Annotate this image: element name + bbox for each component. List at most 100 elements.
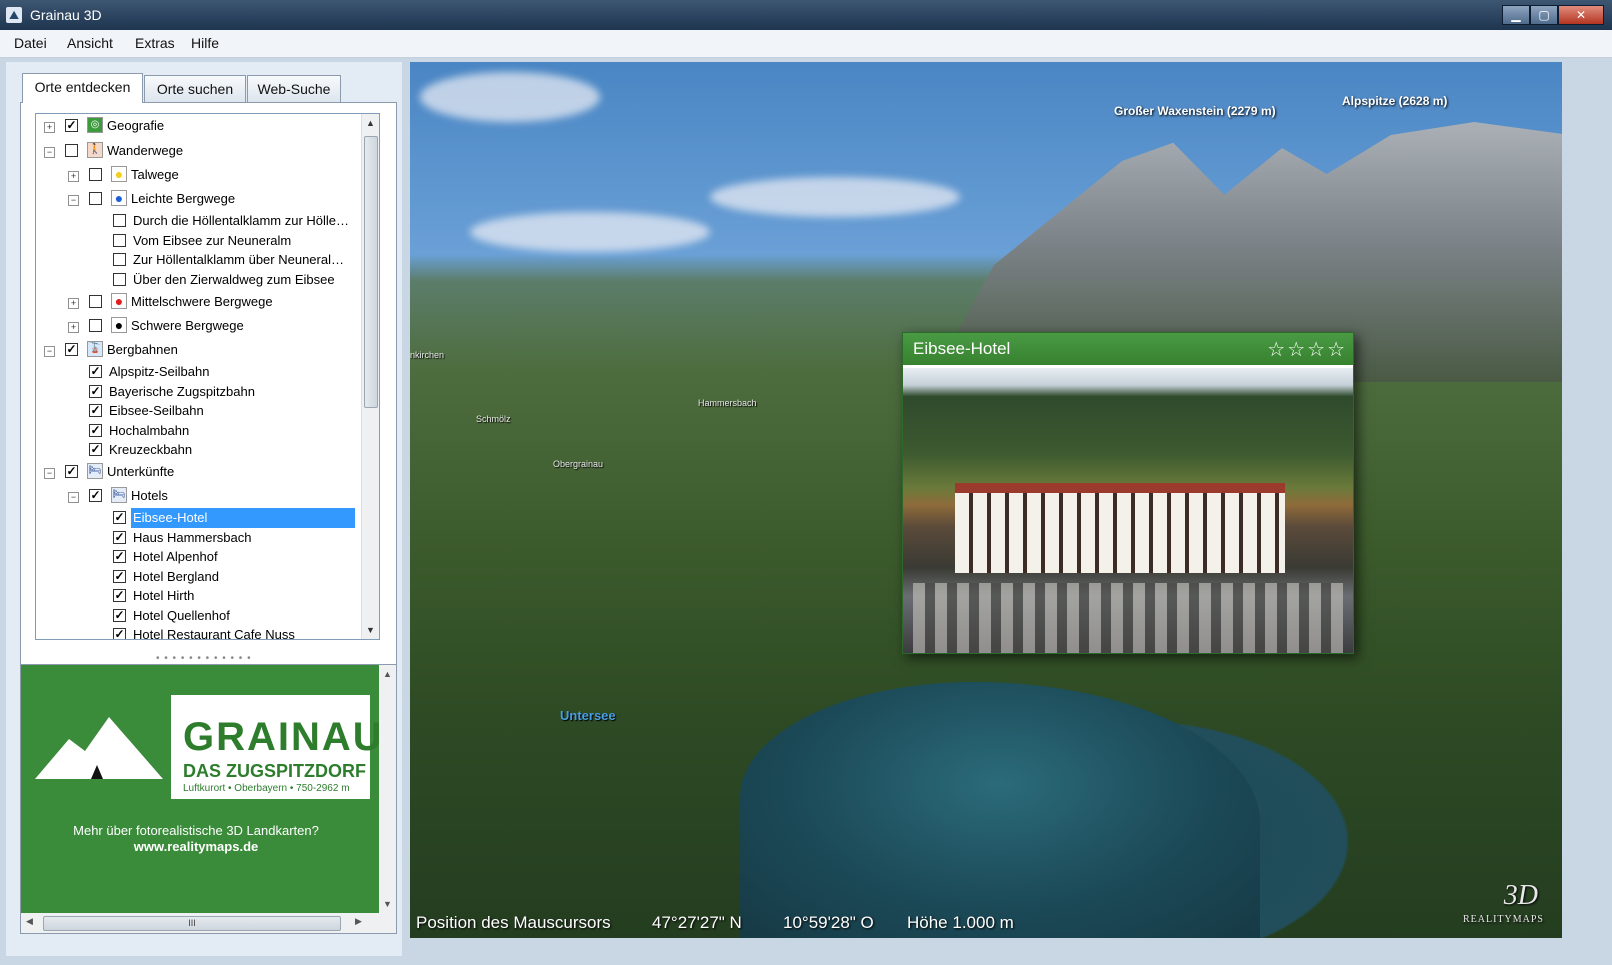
- tree-label: Haus Hammersbach: [133, 530, 252, 545]
- mountain-logo-icon: [27, 695, 171, 799]
- tree-checkbox[interactable]: ✓: [89, 424, 102, 437]
- lake-label[interactable]: Untersee: [560, 708, 616, 723]
- blue-dot-icon: ●: [111, 190, 127, 206]
- scroll-left-icon[interactable]: ◀: [26, 916, 33, 927]
- scroll-right-icon[interactable]: ▶: [355, 916, 362, 927]
- ad-vertical-scrollbar[interactable]: ▲ ▼: [379, 665, 396, 913]
- tree-label: Bergbahnen: [107, 342, 178, 357]
- tree-checkbox[interactable]: ✓: [89, 365, 102, 378]
- tab-web-suche[interactable]: Web-Suche: [247, 75, 341, 102]
- collapse-toggle[interactable]: −: [44, 468, 55, 479]
- tree-checkbox[interactable]: ✓: [65, 119, 78, 132]
- 3d-map-view[interactable]: Großer Waxenstein (2279 m) Alpspitze (26…: [410, 62, 1562, 938]
- lake-eibsee: [740, 682, 1260, 938]
- tree-label: Alpspitz-Seilbahn: [109, 364, 210, 379]
- menu-extras[interactable]: Extras: [135, 35, 175, 51]
- place-label[interactable]: Obergrainau: [553, 459, 603, 469]
- cloud: [420, 72, 600, 122]
- left-panel: Orte entdecken Orte suchen Web-Suche + ✓…: [6, 62, 402, 956]
- rating-stars-icon[interactable]: ☆☆☆☆: [1267, 337, 1347, 362]
- app-icon: ⛰: [6, 7, 22, 23]
- tree-checkbox[interactable]: ✓: [113, 609, 126, 622]
- advertisement-box: GRAINAU DAS ZUGSPITZDORF Luftkurort • Ob…: [20, 664, 397, 934]
- tree-checkbox[interactable]: ✓: [89, 404, 102, 417]
- tree-checkbox[interactable]: ✓: [113, 570, 126, 583]
- geography-icon: ◎: [87, 117, 103, 133]
- tree-checkbox[interactable]: [89, 319, 102, 332]
- tree-label: Über den Zierwaldweg zum Eibsee: [133, 272, 335, 287]
- tree-checkbox[interactable]: ✓: [113, 589, 126, 602]
- cursor-position-label: Position des Mauscursors: [416, 913, 611, 932]
- ad-url-link[interactable]: www.realitymaps.de: [21, 839, 371, 854]
- tree-checkbox[interactable]: ✓: [89, 385, 102, 398]
- tree-checkbox[interactable]: ✓: [89, 489, 102, 502]
- menu-hilfe[interactable]: Hilfe: [191, 35, 219, 51]
- ad-horizontal-scrollbar[interactable]: ◀ III ▶: [21, 913, 396, 933]
- realitymaps-logo-text: 3D: [1503, 880, 1538, 911]
- tab-content: + ✓ ◎ Geografie − 🚶 Wanderwege + ● Talwe…: [20, 102, 397, 694]
- tab-orte-suchen[interactable]: Orte suchen: [144, 75, 246, 102]
- place-label[interactable]: nkirchen: [410, 350, 444, 360]
- menu-ansicht[interactable]: Ansicht: [67, 35, 113, 51]
- tree-checkbox[interactable]: [89, 168, 102, 181]
- scroll-thumb[interactable]: III: [43, 916, 341, 931]
- tree-label: Wanderwege: [107, 143, 184, 158]
- collapse-toggle[interactable]: −: [44, 346, 55, 357]
- tree-checkbox[interactable]: [113, 273, 126, 286]
- scroll-up-icon[interactable]: ▲: [362, 118, 379, 128]
- collapse-toggle[interactable]: −: [68, 195, 79, 206]
- tree-checkbox[interactable]: [89, 295, 102, 308]
- tree-label: Leichte Bergwege: [131, 191, 236, 206]
- tree-checkbox[interactable]: [65, 144, 78, 157]
- tree-checkbox[interactable]: [113, 234, 126, 247]
- peak-label[interactable]: Alpspitze (2628 m): [1342, 94, 1447, 108]
- scroll-down-icon[interactable]: ▼: [362, 625, 379, 635]
- scroll-thumb[interactable]: [364, 136, 378, 408]
- title-bar: ⛰ Grainau 3D ▁ ▢ ✕: [0, 0, 1612, 30]
- cable-car-icon: 🚡: [87, 341, 103, 357]
- expand-toggle[interactable]: +: [68, 298, 79, 309]
- tree-checkbox[interactable]: [113, 253, 126, 266]
- layer-tree: + ✓ ◎ Geografie − 🚶 Wanderwege + ● Talwe…: [35, 113, 380, 640]
- tree-checkbox[interactable]: [89, 192, 102, 205]
- panel-splitter[interactable]: • • • • • • • • • • • •: [156, 653, 252, 664]
- place-label[interactable]: Schmölz: [476, 414, 511, 424]
- tree-label: Eibsee-Hotel: [131, 508, 355, 528]
- collapse-toggle[interactable]: −: [44, 147, 55, 158]
- tree-label: Hotel Quellenhof: [133, 608, 230, 623]
- maximize-button[interactable]: ▢: [1530, 5, 1558, 25]
- menu-datei[interactable]: Datei: [14, 35, 47, 51]
- scroll-up-icon[interactable]: ▲: [379, 669, 396, 679]
- expand-toggle[interactable]: +: [68, 171, 79, 182]
- menu-bar: Datei Ansicht Extras Hilfe: [0, 30, 1612, 58]
- collapse-toggle[interactable]: −: [68, 492, 79, 503]
- tab-orte-entdecken[interactable]: Orte entdecken: [22, 73, 143, 103]
- tree-label: Eibsee-Seilbahn: [109, 403, 204, 418]
- tree-checkbox[interactable]: ✓: [113, 531, 126, 544]
- tree-checkbox[interactable]: [113, 214, 126, 227]
- tree-checkbox[interactable]: ✓: [65, 343, 78, 356]
- expand-toggle[interactable]: +: [68, 322, 79, 333]
- tree-scrollbar[interactable]: ▲ ▼: [361, 114, 379, 639]
- place-label[interactable]: Hammersbach: [698, 398, 757, 408]
- close-button[interactable]: ✕: [1558, 5, 1604, 25]
- peak-label[interactable]: Großer Waxenstein (2279 m): [1114, 104, 1276, 118]
- tree-label: Zur Höllentalklamm über Neuneral…: [133, 252, 344, 267]
- tree-checkbox[interactable]: ✓: [113, 628, 126, 639]
- poi-popup[interactable]: Eibsee-Hotel ☆☆☆☆: [902, 332, 1354, 654]
- tree-label: Kreuzeckbahn: [109, 442, 193, 457]
- ad-tagline: DAS ZUGSPITZDORF: [183, 761, 366, 781]
- tree-label: Hotel Restaurant Cafe Nuss: [133, 627, 295, 640]
- tree-label: Schwere Bergwege: [131, 318, 244, 333]
- cloud: [710, 177, 960, 217]
- ad-brand: GRAINAU: [183, 715, 384, 759]
- scroll-down-icon[interactable]: ▼: [379, 899, 396, 909]
- tree-checkbox[interactable]: ✓: [113, 511, 126, 524]
- minimize-button[interactable]: ▁: [1502, 5, 1530, 25]
- tree-checkbox[interactable]: ✓: [113, 550, 126, 563]
- tree-label: Geografie: [107, 118, 165, 133]
- tree-checkbox[interactable]: ✓: [65, 465, 78, 478]
- tree-checkbox[interactable]: ✓: [89, 443, 102, 456]
- expand-toggle[interactable]: +: [44, 122, 55, 133]
- cloud: [470, 212, 710, 252]
